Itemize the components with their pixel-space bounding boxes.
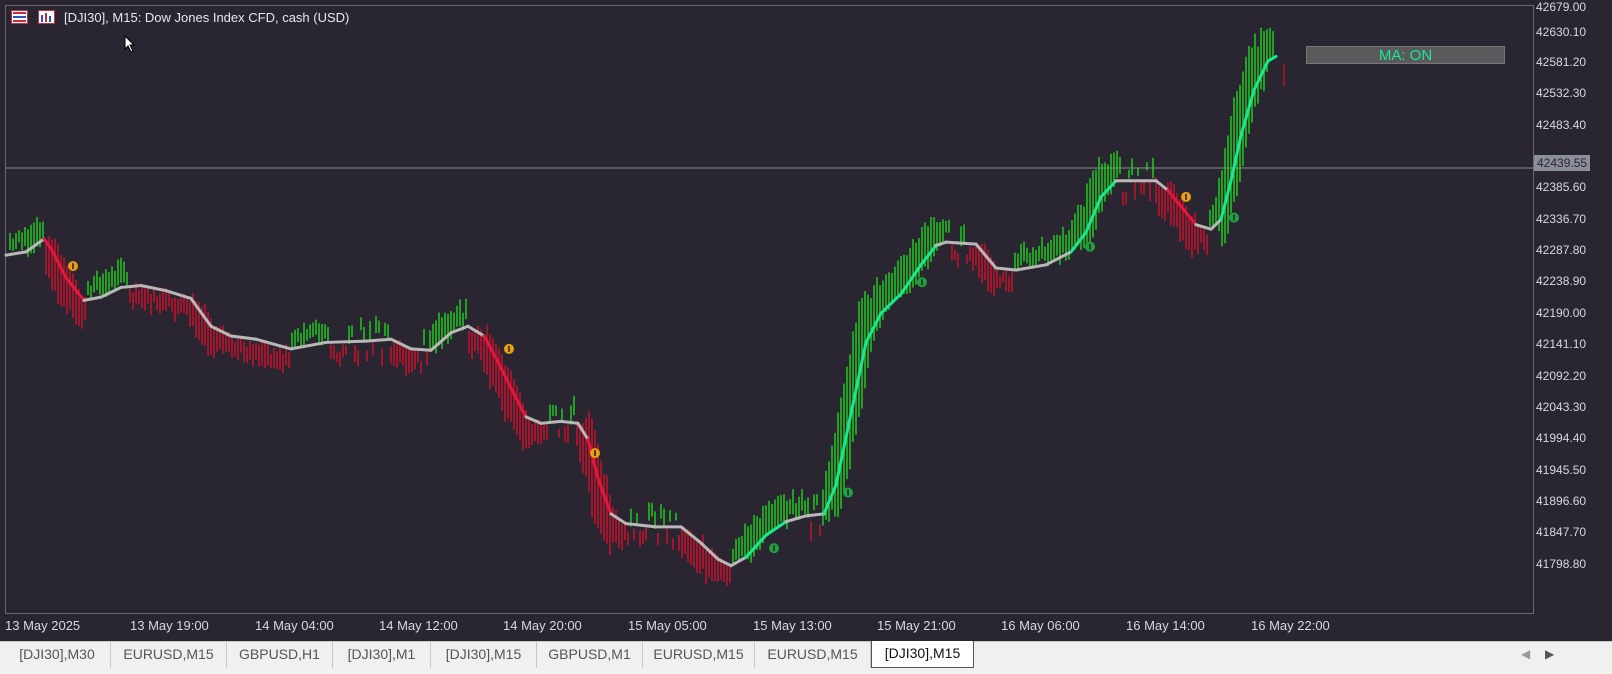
- ma-line-segment: [82, 295, 103, 302]
- price-axis-label: 41994.40: [1536, 431, 1587, 445]
- ma-line-segment: [994, 266, 1018, 272]
- time-axis-label: 15 May 05:00: [628, 618, 707, 633]
- time-axis-label: 15 May 21:00: [877, 618, 956, 633]
- chart-tab[interactable]: GBPUSD,H1: [227, 642, 333, 668]
- ma-line-segment: [804, 512, 826, 518]
- ma-line-segment: [539, 419, 563, 425]
- price-axis-label: 42385.60: [1536, 180, 1587, 194]
- ma-line-segment: [559, 419, 580, 425]
- chart-tab[interactable]: EURUSD,M15: [111, 642, 227, 668]
- price-axis-label: 42190.00: [1536, 306, 1587, 320]
- ma-line-segment: [364, 337, 393, 343]
- chart-window[interactable]: [DJI30], M15: Dow Jones Index CFD, cash …: [0, 0, 1612, 641]
- chart-tab-bar: [DJI30],M30 EURUSD,M15 GBPUSD,H1 [DJI30],M1…: [0, 641, 1612, 674]
- time-axis-label: 15 May 13:00: [753, 618, 832, 633]
- price-axis-label: 41945.50: [1536, 463, 1587, 477]
- price-axis-label: 41798.80: [1536, 557, 1587, 571]
- time-axis-label: 13 May 2025: [5, 618, 81, 633]
- current-price-label: 42439.55: [1534, 155, 1591, 171]
- price-axis-label: 42581.20: [1536, 55, 1587, 69]
- ma-line-segment: [99, 285, 123, 299]
- ma-line-segment: [1044, 250, 1073, 267]
- price-axis-label: 41847.70: [1536, 525, 1587, 539]
- ma-line-segment: [164, 289, 193, 300]
- chart-tab[interactable]: EURUSD,M15: [755, 642, 871, 668]
- ma-line-segment: [42, 237, 53, 251]
- ma-line-segment: [289, 340, 328, 351]
- time-axis-label: 16 May 14:00: [1126, 618, 1205, 633]
- price-axis-label: 42238.90: [1536, 274, 1587, 288]
- price-axis-label: 42141.10: [1536, 337, 1587, 351]
- ma-line-segment: [119, 284, 143, 289]
- ma-line-segment: [879, 292, 903, 315]
- ma-line-segment: [944, 240, 978, 246]
- chart-tab[interactable]: GBPUSD,M1: [537, 642, 643, 668]
- ma-line-segment: [229, 334, 258, 341]
- price-axis-label: 42483.40: [1536, 118, 1587, 132]
- price-axis-label: 42287.80: [1536, 243, 1587, 257]
- ma-toggle-button[interactable]: MA: ON: [1306, 46, 1505, 64]
- time-axis-label: 14 May 04:00: [255, 618, 334, 633]
- chart-tab[interactable]: [DJI30],M15: [871, 641, 974, 668]
- bars-icon: [11, 10, 28, 24]
- ma-line-segment: [324, 339, 368, 344]
- time-axis-label: 14 May 20:00: [503, 618, 582, 633]
- time-axis-label: 16 May 22:00: [1251, 618, 1330, 633]
- chart-tab[interactable]: EURUSD,M15: [643, 642, 755, 668]
- chart-tab[interactable]: [DJI30],M30: [4, 642, 111, 668]
- chevron-left-icon[interactable]: ◀: [1521, 647, 1530, 661]
- chart-title: [DJI30], M15: Dow Jones Index CFD, cash …: [64, 10, 350, 25]
- price-axis-label: 42336.70: [1536, 212, 1587, 226]
- ma-line-segment: [64, 276, 86, 302]
- ma-line-segment: [524, 415, 543, 425]
- price-axis-label: 41896.60: [1536, 494, 1587, 508]
- chart-window-icon: [38, 10, 55, 24]
- time-axis-label: 13 May 19:00: [130, 618, 209, 633]
- chart-tab[interactable]: [DJI30],M15: [431, 642, 537, 668]
- price-axis-label: 42092.20: [1536, 369, 1587, 383]
- time-axis-label: 16 May 06:00: [1001, 618, 1080, 633]
- ma-line-segment: [4, 250, 28, 257]
- ma-line-segment: [744, 533, 768, 559]
- chevron-right-icon[interactable]: ▶: [1545, 647, 1554, 661]
- chart-tab[interactable]: [DJI30],M1: [333, 642, 431, 668]
- price-axis-label: 42679.00: [1536, 0, 1587, 14]
- price-chart[interactable]: [0, 0, 1534, 614]
- time-axis-label: 14 May 12:00: [379, 618, 458, 633]
- price-axis-label: 42630.10: [1536, 25, 1587, 39]
- price-axis-label: 42043.30: [1536, 400, 1587, 414]
- ma-line-segment: [409, 347, 433, 352]
- mouse-pointer-icon: [124, 35, 136, 53]
- ma-line-segment: [24, 237, 46, 254]
- ma-line-segment: [1266, 54, 1278, 63]
- price-axis-label: 42532.30: [1536, 86, 1587, 100]
